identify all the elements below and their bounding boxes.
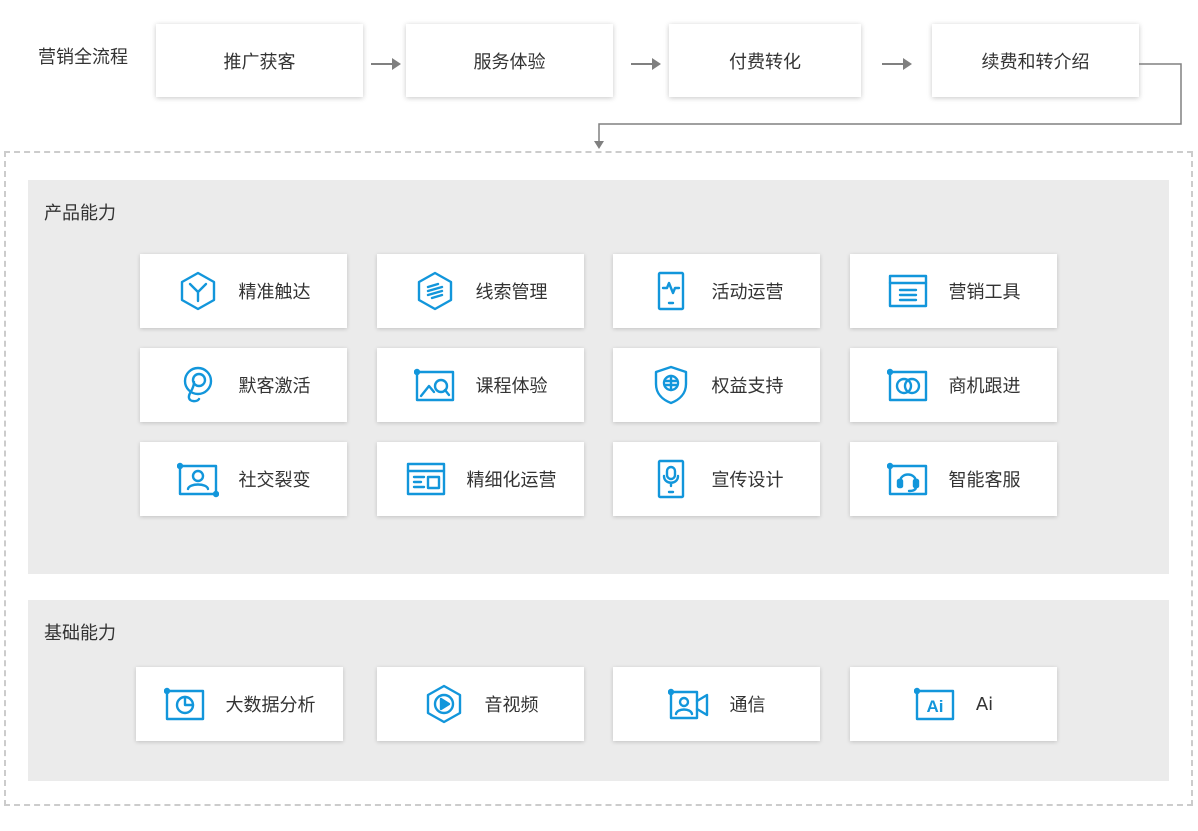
card-label: 营销工具 xyxy=(948,282,1021,303)
product-card-lead-management[interactable]: 线索管理 xyxy=(377,254,584,328)
window-list-icon xyxy=(887,270,929,312)
hexagon-play-icon xyxy=(423,683,465,725)
card-label: Ai xyxy=(975,693,994,715)
phone-mic-icon xyxy=(650,458,692,500)
card-label: 商机跟进 xyxy=(948,376,1021,397)
product-card-promo-design[interactable]: 宣传设计 xyxy=(613,442,820,516)
card-label: 权益支持 xyxy=(711,376,784,397)
card-label: 活动运营 xyxy=(711,282,784,303)
card-label: 课程体验 xyxy=(475,376,548,397)
card-label: 智能客服 xyxy=(948,470,1021,491)
card-label: 音视频 xyxy=(484,695,539,716)
pie-chart-icon xyxy=(163,683,206,725)
headset-icon xyxy=(886,458,929,500)
base-panel-title: 基础能力 xyxy=(44,623,116,644)
hexagon-link-icon xyxy=(414,270,456,312)
rings-icon xyxy=(886,364,929,406)
ai-badge-text: Ai xyxy=(926,697,943,716)
browser-form-icon xyxy=(405,458,447,500)
card-label: 宣传设计 xyxy=(711,470,784,491)
product-panel-title: 产品能力 xyxy=(44,203,116,224)
product-card-social-fission[interactable]: 社交裂变 xyxy=(140,442,347,516)
product-card-silent-activation[interactable]: 默客激活 xyxy=(140,348,347,422)
product-card-event-ops[interactable]: 活动运营 xyxy=(613,254,820,328)
image-search-icon xyxy=(413,364,456,406)
card-label: 默客激活 xyxy=(238,376,311,397)
base-card-communication[interactable]: 通信 xyxy=(613,667,820,741)
product-card-marketing-tools[interactable]: 营销工具 xyxy=(850,254,1057,328)
product-card-fine-ops[interactable]: 精细化运营 xyxy=(377,442,584,516)
base-card-ai[interactable]: Ai Ai xyxy=(850,667,1057,741)
pin-swirl-icon xyxy=(177,364,219,406)
card-label: 精准触达 xyxy=(238,282,311,303)
user-frame-icon xyxy=(176,458,219,500)
card-label: 线索管理 xyxy=(475,282,548,303)
hexagon-fork-icon xyxy=(177,270,219,312)
flow-return-connector xyxy=(594,63,1182,149)
card-label: 大数据分析 xyxy=(225,695,316,716)
video-call-icon xyxy=(667,683,710,725)
base-card-audio-video[interactable]: 音视频 xyxy=(377,667,584,741)
base-card-big-data[interactable]: 大数据分析 xyxy=(136,667,343,741)
card-label: 精细化运营 xyxy=(466,470,557,491)
ai-icon: Ai xyxy=(913,683,956,725)
product-card-opportunity-followup[interactable]: 商机跟进 xyxy=(850,348,1057,422)
product-card-benefit-support[interactable]: 权益支持 xyxy=(613,348,820,422)
product-card-course-trial[interactable]: 课程体验 xyxy=(377,348,584,422)
card-label: 社交裂变 xyxy=(238,470,311,491)
phone-pulse-icon xyxy=(650,270,692,312)
product-card-precise-reach[interactable]: 精准触达 xyxy=(140,254,347,328)
card-label: 通信 xyxy=(729,695,766,716)
shield-icon xyxy=(650,364,692,406)
product-card-smart-service[interactable]: 智能客服 xyxy=(850,442,1057,516)
